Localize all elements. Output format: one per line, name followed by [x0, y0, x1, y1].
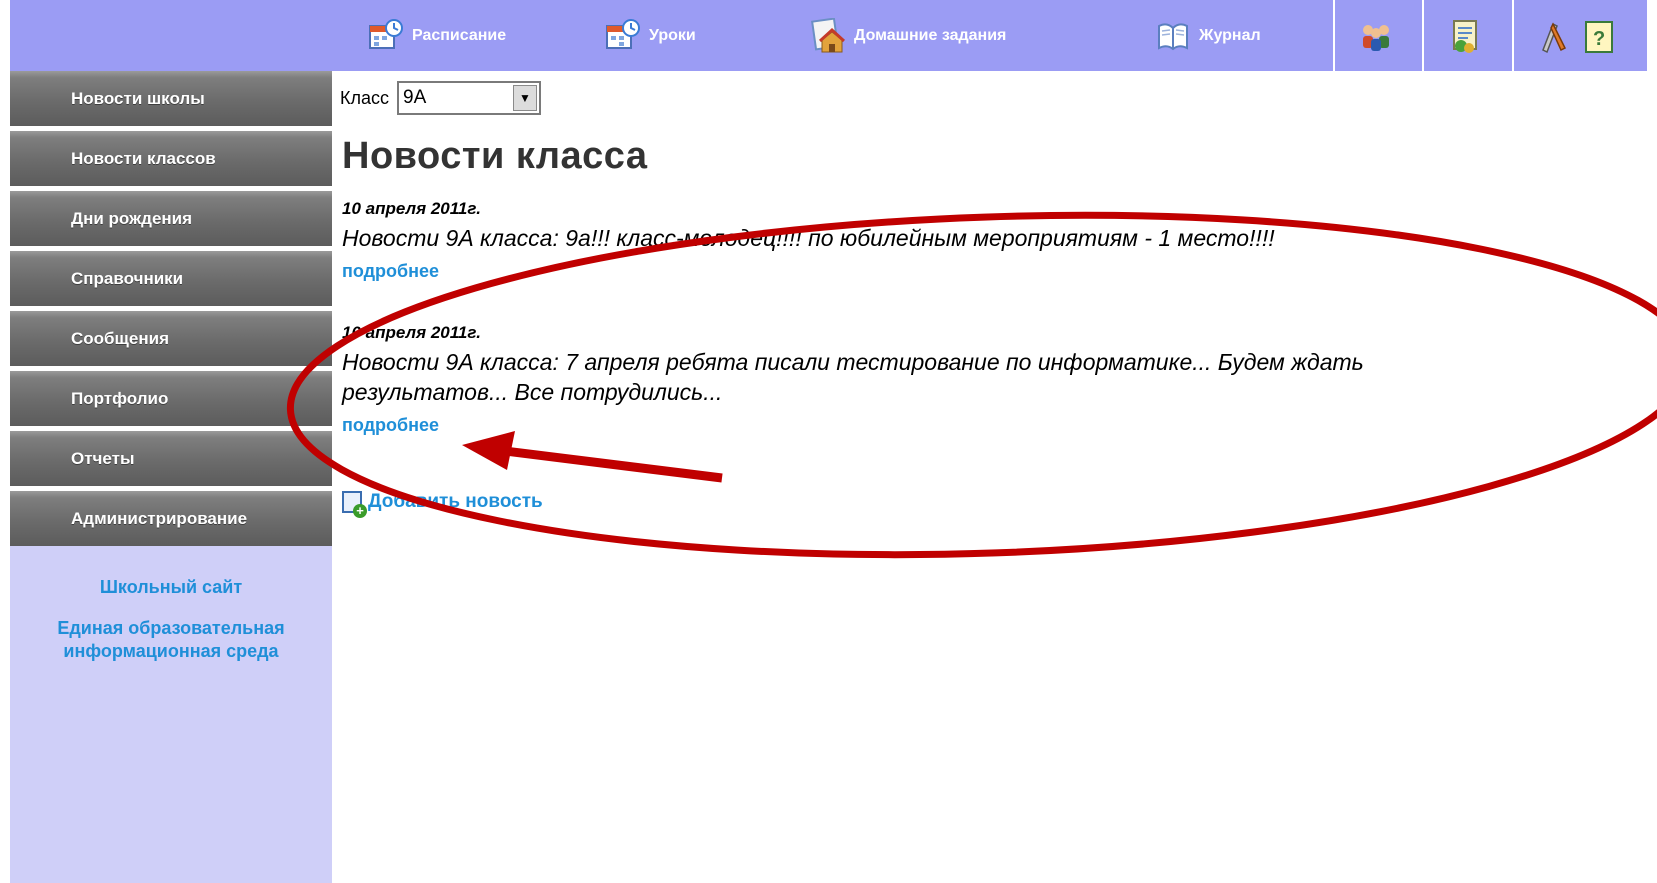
news-date: 10 апреля 2011г.: [342, 199, 481, 218]
sidebar-item-school-news[interactable]: Новости школы: [10, 71, 332, 126]
tools-icon: [1535, 18, 1571, 54]
arrow-head-icon: [462, 431, 515, 470]
reports-icon: [1447, 18, 1483, 54]
arrow-shaft: [504, 446, 723, 483]
sidebar-item-label: Дни рождения: [71, 208, 193, 228]
topnav-label: Уроки: [649, 26, 696, 44]
top-navigation-bar: Расписание Уроки Домашние задания Журнал…: [10, 0, 1647, 71]
sidebar: Новости школы Новости классов Дни рожден…: [10, 71, 332, 883]
sidebar-item-label: Новости школы: [71, 88, 205, 108]
school-site-link[interactable]: Школьный сайт: [10, 576, 332, 599]
class-select[interactable]: 9А ▼: [397, 81, 541, 115]
news-text: Новости 9А класса: 9а!!! класс-молодец!!…: [342, 225, 1275, 251]
class-selector-row: Класс 9А ▼: [340, 81, 541, 115]
help-icon: ?: [1582, 18, 1613, 54]
topnav-label: Расписание: [412, 26, 507, 44]
topnav-tools-button[interactable]: [1535, 0, 1571, 71]
sidebar-item-label: Администрирование: [71, 508, 248, 528]
sidebar-item-label: Портфолио: [71, 388, 169, 408]
topnav-reports-button[interactable]: [1447, 0, 1483, 71]
sidebar-item-messages[interactable]: Сообщения: [10, 311, 332, 366]
class-label: Класс: [340, 87, 389, 108]
news-text: Новости 9А класса: 7 апреля ребята писал…: [342, 349, 1364, 405]
sidebar-item-directories[interactable]: Справочники: [10, 251, 332, 306]
students-group-icon: [1358, 18, 1394, 54]
read-more-link[interactable]: подробнее: [342, 261, 439, 282]
topnav-help-button[interactable]: ?: [1582, 0, 1613, 71]
add-document-icon: [342, 491, 367, 518]
topnav-label: Домашние задания: [854, 26, 1007, 44]
toolbar-divider: [1333, 0, 1335, 71]
sidebar-item-label: Новости классов: [71, 148, 216, 168]
sidebar-item-label: Справочники: [71, 268, 184, 288]
toolbar-divider: [1512, 0, 1514, 71]
topnav-label: Журнал: [1199, 26, 1261, 44]
class-select-value: 9А: [403, 87, 427, 108]
add-news-button[interactable]: Добавить новость: [342, 491, 543, 518]
sidebar-item-label: Сообщения: [71, 328, 169, 348]
edu-environment-link[interactable]: Единая образовательная информационная ср…: [10, 617, 332, 663]
news-date: 10 апреля 2011г.: [342, 323, 481, 342]
sidebar-item-reports[interactable]: Отчеты: [10, 431, 332, 486]
homework-icon: [810, 16, 846, 54]
sidebar-menu: Новости школы Новости классов Дни рожден…: [10, 71, 332, 546]
calendar-icon: [368, 18, 404, 54]
read-more-link[interactable]: подробнее: [342, 415, 439, 436]
svg-text:?: ?: [1593, 28, 1605, 50]
topnav-schedule[interactable]: Расписание: [368, 0, 506, 71]
sidebar-item-birthdays[interactable]: Дни рождения: [10, 191, 332, 246]
toolbar-divider: [1422, 0, 1424, 71]
topnav-students-button[interactable]: [1358, 0, 1394, 71]
sidebar-item-portfolio[interactable]: Портфолио: [10, 371, 332, 426]
page-title: Новости класса: [342, 135, 648, 177]
add-news-label: Добавить новость: [368, 491, 543, 512]
topnav-lessons[interactable]: Уроки: [605, 0, 696, 71]
sidebar-item-administration[interactable]: Администрирование: [10, 491, 332, 546]
chevron-down-icon[interactable]: ▼: [513, 85, 537, 111]
news-item: 10 апреля 2011г. Новости 9А класса: 9а!!…: [342, 199, 1275, 282]
lessons-calendar-icon: [605, 18, 641, 54]
sidebar-item-label: Отчеты: [71, 448, 135, 468]
news-item: 10 апреля 2011г. Новости 9А класса: 7 ап…: [342, 323, 1364, 436]
sidebar-item-class-news[interactable]: Новости классов: [10, 131, 332, 186]
journal-book-icon: [1155, 18, 1191, 54]
topnav-homework[interactable]: Домашние задания: [810, 0, 1006, 71]
topnav-journal[interactable]: Журнал: [1155, 0, 1261, 71]
